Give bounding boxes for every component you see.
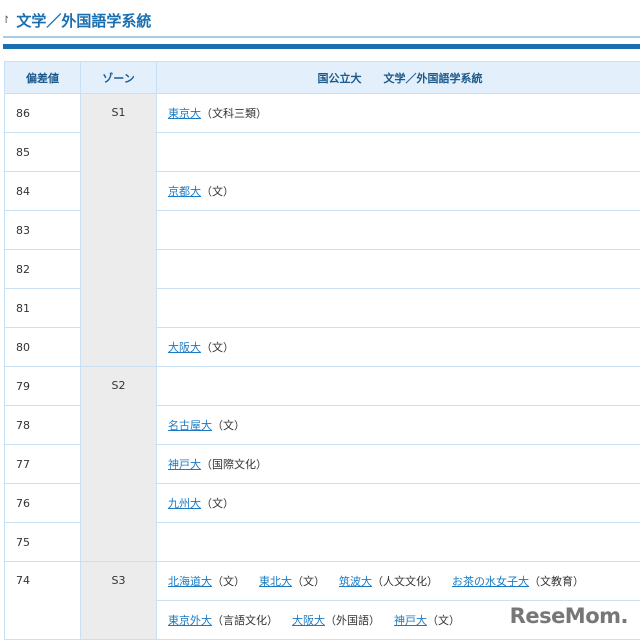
universities-cell: [156, 288, 640, 328]
universities-cell: 九州大（文）: [156, 483, 640, 523]
deviation-value: 84: [4, 171, 81, 211]
zone-cell: S2: [80, 366, 157, 562]
university-entry: 大阪大（外国語）: [292, 612, 380, 628]
section-title: ↾ 文学／外国語学系統: [2, 10, 151, 31]
deviation-value: 86: [4, 93, 81, 133]
bullet-icon: ↾: [2, 15, 11, 26]
university-entry: 京都大（文）: [168, 185, 234, 198]
university-link[interactable]: 東京外大: [168, 614, 212, 627]
universities-cell: 大阪大（文）: [156, 327, 640, 367]
section-title-text: 文学／外国語学系統: [16, 12, 152, 30]
deviation-value: 83: [4, 210, 81, 250]
universities-cell: 京都大（文）: [156, 171, 640, 211]
university-link[interactable]: 神戸大: [168, 458, 201, 471]
deviation-value: 77: [4, 444, 81, 484]
ranking-table: 偏差値 ゾーン 国公立大 文学／外国語学系統 86 S1 東京大（文科三類） 85 84…: [4, 61, 640, 640]
department: （文科三類）: [201, 107, 267, 120]
deviation-value: 85: [4, 132, 81, 172]
department: （国際文化）: [201, 458, 267, 471]
department: （文）: [212, 575, 245, 588]
university-entry: 名古屋大（文）: [168, 419, 245, 432]
deviation-value: 74: [4, 561, 81, 640]
header-deviation: 偏差値: [4, 61, 81, 94]
header-zone: ゾーン: [80, 61, 157, 94]
universities-cell: [156, 366, 640, 406]
department: （言語文化）: [212, 614, 278, 627]
universities-cell: 名古屋大（文）: [156, 405, 640, 445]
department: （外国語）: [325, 614, 380, 627]
universities-cell: 神戸大（国際文化）: [156, 444, 640, 484]
university-link[interactable]: 大阪大: [168, 341, 201, 354]
university-link[interactable]: 九州大: [168, 497, 201, 510]
deviation-value: 82: [4, 249, 81, 289]
divider-dark: [3, 44, 640, 49]
deviation-value: 75: [4, 522, 81, 562]
university-link[interactable]: 筑波大: [339, 575, 372, 588]
university-entry: 筑波大（人文文化）: [339, 573, 438, 589]
university-entry: お茶の水女子大（文教育）: [452, 573, 584, 589]
university-link[interactable]: 京都大: [168, 185, 201, 198]
department: （文）: [201, 497, 234, 510]
header-universities: 国公立大 文学／外国語学系統: [156, 61, 640, 94]
university-link[interactable]: お茶の水女子大: [452, 575, 529, 588]
university-link[interactable]: 名古屋大: [168, 419, 212, 432]
university-entry: 東京大（文科三類）: [168, 107, 267, 120]
university-entry: 神戸大（国際文化）: [168, 458, 267, 471]
university-link[interactable]: 東京大: [168, 107, 201, 120]
universities-cell: [156, 210, 640, 250]
zone-cell: S1: [80, 93, 157, 367]
university-entry: 北海道大（文）: [168, 573, 245, 589]
divider-light: [3, 36, 640, 38]
universities-cell: [156, 132, 640, 172]
department: （文）: [427, 614, 460, 627]
department: （文）: [201, 341, 234, 354]
deviation-value: 80: [4, 327, 81, 367]
university-link[interactable]: 大阪大: [292, 614, 325, 627]
resemom-logo: ReseMom.: [509, 604, 629, 628]
universities-cell: [156, 522, 640, 562]
university-link[interactable]: 北海道大: [168, 575, 212, 588]
university-link[interactable]: 東北大: [259, 575, 292, 588]
deviation-value: 78: [4, 405, 81, 445]
universities-cell: [156, 249, 640, 289]
university-entry: 神戸大（文）: [394, 612, 460, 628]
deviation-value: 76: [4, 483, 81, 523]
table-row: 86 S1 東京大（文科三類）: [4, 93, 640, 367]
department: （文）: [292, 575, 325, 588]
zone-cell: S3: [80, 561, 157, 640]
university-entry: 九州大（文）: [168, 497, 234, 510]
universities-cell: 東京大（文科三類）: [156, 93, 640, 133]
university-entry: 東京外大（言語文化）: [168, 612, 278, 628]
university-entry: 東北大（文）: [259, 573, 325, 589]
department: （文）: [201, 185, 234, 198]
university-entry: 大阪大（文）: [168, 341, 234, 354]
university-link[interactable]: 神戸大: [394, 614, 427, 627]
department: （文）: [212, 419, 245, 432]
department: （人文文化）: [372, 575, 438, 588]
deviation-value: 81: [4, 288, 81, 328]
table-row: 79 S2: [4, 366, 640, 562]
deviation-value: 79: [4, 366, 81, 406]
department: （文教育）: [529, 575, 584, 588]
